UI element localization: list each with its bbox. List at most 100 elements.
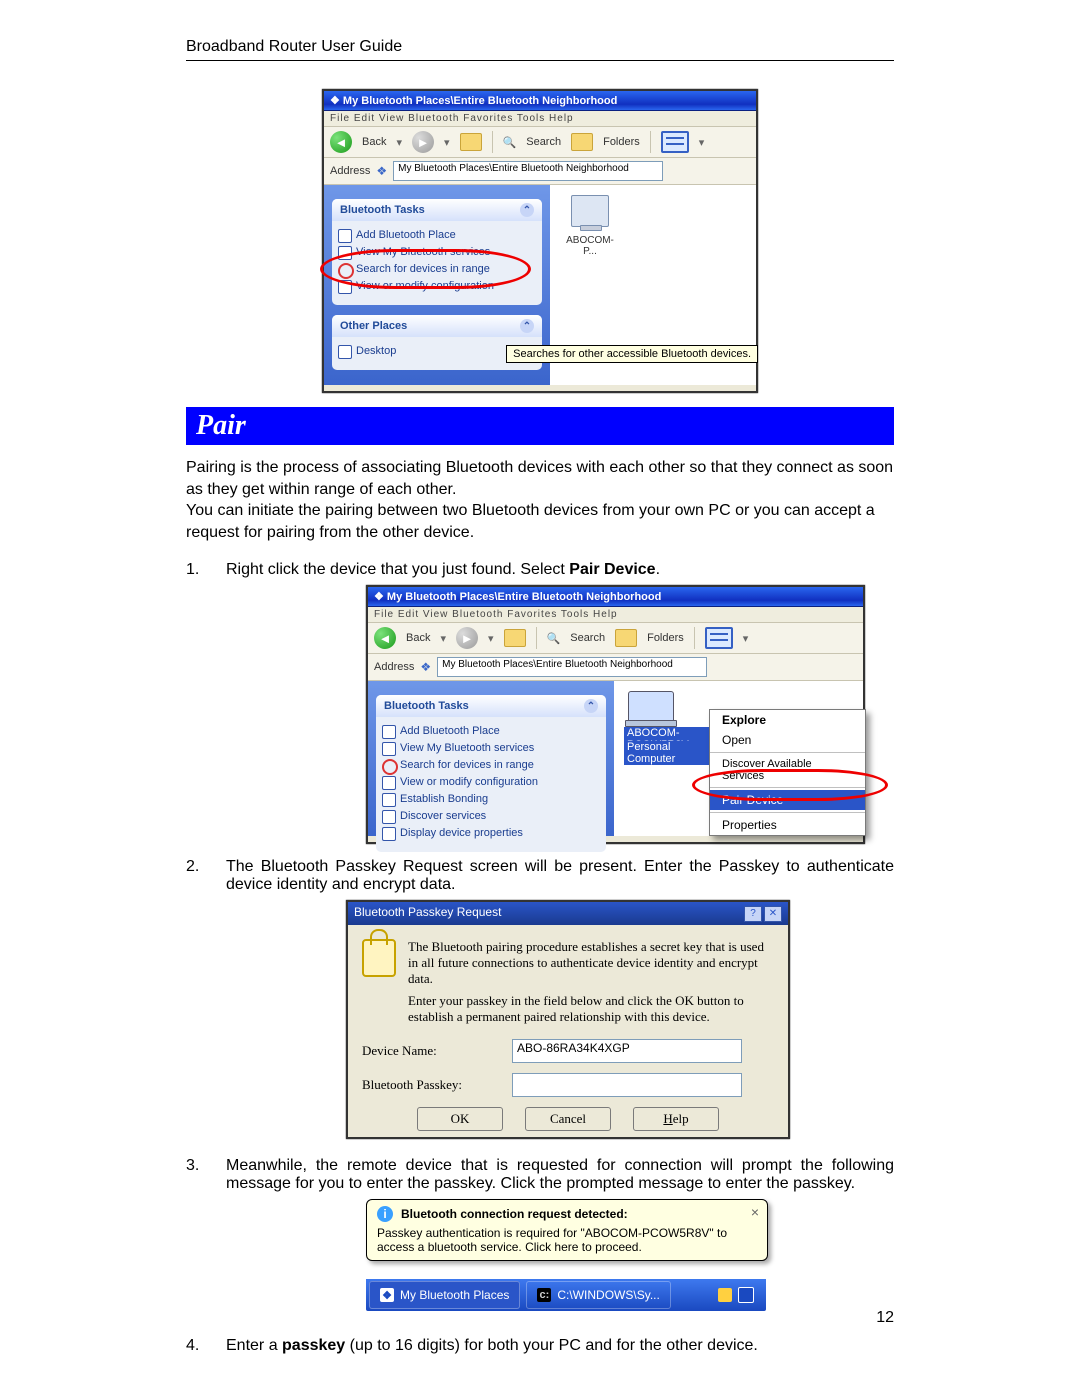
context-menu: Explore Open Discover Available Services… <box>709 709 866 836</box>
bluetooth-logo-icon: ❖ <box>374 591 387 603</box>
menu-bar[interactable]: File Edit View Bluetooth Favorites Tools… <box>324 111 756 127</box>
ctx-discover[interactable]: Discover Available Services <box>710 755 865 785</box>
folders-label: Folders <box>647 632 684 644</box>
search-label: Search <box>570 632 605 644</box>
tooltip: Searches for other accessible Bluetooth … <box>506 345 758 363</box>
help-button[interactable]: Help <box>633 1107 719 1131</box>
address-label: Address <box>374 661 414 673</box>
forward-button[interactable]: ► <box>412 131 434 153</box>
notification-balloon[interactable]: × i Bluetooth connection request detecte… <box>366 1199 768 1261</box>
sidebar-item-view[interactable]: View My Bluetooth services <box>382 740 600 757</box>
title-text: Bluetooth Passkey Request <box>354 905 501 922</box>
folders-label: Folders <box>603 136 640 148</box>
step-number: 2. <box>186 858 226 894</box>
collapse-icon[interactable]: ⌃ <box>520 319 534 333</box>
back-label: Back <box>362 136 386 148</box>
ctx-properties[interactable]: Properties <box>710 815 865 835</box>
dialog-p1: The Bluetooth pairing procedure establis… <box>408 939 774 987</box>
header-rule <box>186 60 894 61</box>
ctx-explore[interactable]: Explore <box>710 710 865 730</box>
step-1: 1. Right click the device that you just … <box>186 561 894 579</box>
dialog-p2: Enter your passkey in the field below an… <box>408 993 774 1025</box>
collapse-icon[interactable]: ⌃ <box>584 699 598 713</box>
ctx-open[interactable]: Open <box>710 730 865 750</box>
sidebar-item-view[interactable]: View My Bluetooth services <box>338 244 536 261</box>
sidebar-item-add[interactable]: Add Bluetooth Place <box>338 227 536 244</box>
cmd-icon: c: <box>537 1288 551 1302</box>
search-icon[interactable]: 🔍 <box>547 632 561 645</box>
help-icon[interactable]: ? <box>744 906 762 922</box>
bluetooth-tasks-panel: Bluetooth Tasks ⌃ Add Bluetooth Place Vi… <box>332 199 542 305</box>
menu-bar[interactable]: File Edit View Bluetooth Favorites Tools… <box>368 607 863 623</box>
balloon-title: Bluetooth connection request detected: <box>401 1207 628 1221</box>
system-tray <box>706 1287 766 1303</box>
sidebar-item-search[interactable]: Search for devices in range <box>382 757 600 774</box>
balloon-close-icon[interactable]: × <box>751 1204 759 1220</box>
step-4: 4. Enter a passkey (up to 16 digits) for… <box>186 1337 894 1355</box>
device-name-field: ABO-86RA34K4XGP <box>512 1039 742 1063</box>
folders-icon[interactable] <box>615 629 637 647</box>
address-icon: ❖ <box>376 164 387 178</box>
intro-text: Pairing is the process of associating Bl… <box>186 457 894 543</box>
section-heading-pair: Pair <box>186 407 894 445</box>
panel-header: Bluetooth Tasks <box>384 700 469 712</box>
device-laptop-icon[interactable] <box>628 691 674 723</box>
step-number: 1. <box>186 561 226 579</box>
back-button[interactable]: ◄ <box>374 627 396 649</box>
title-text: My Bluetooth Places\Entire Bluetooth Nei… <box>387 591 661 603</box>
step-number: 3. <box>186 1157 226 1193</box>
ctx-pair-device[interactable]: Pair Device <box>710 790 865 810</box>
passkey-field[interactable] <box>512 1073 742 1097</box>
ok-button[interactable]: OK <box>417 1107 503 1131</box>
up-button[interactable] <box>460 133 482 151</box>
device-name-label: Device Name: <box>362 1043 512 1059</box>
step-number: 4. <box>186 1337 226 1355</box>
up-button[interactable] <box>504 629 526 647</box>
bluetooth-icon: ❖ <box>380 1288 394 1302</box>
step-2: 2. The Bluetooth Passkey Request screen … <box>186 858 894 894</box>
forward-button[interactable]: ► <box>456 627 478 649</box>
title-text: My Bluetooth Places\Entire Bluetooth Nei… <box>343 95 617 107</box>
bluetooth-logo-icon: ❖ <box>330 95 343 107</box>
address-label: Address <box>330 165 370 177</box>
sidebar-item-props[interactable]: Display device properties <box>382 825 600 842</box>
page-header: Broadband Router User Guide <box>186 38 894 56</box>
panel-header: Other Places <box>340 320 407 332</box>
tray-bluetooth-icon[interactable] <box>738 1287 754 1303</box>
device-label-line2: Personal Computer <box>624 741 714 765</box>
step-text: Meanwhile, the remote device that is req… <box>226 1157 894 1193</box>
sidebar-item-search[interactable]: Search for devices in range <box>338 261 536 278</box>
window-title: ❖ My Bluetooth Places\Entire Bluetooth N… <box>368 587 863 607</box>
back-button[interactable]: ◄ <box>330 131 352 153</box>
sidebar-item-config[interactable]: View or modify configuration <box>382 774 600 791</box>
window-title: ❖ My Bluetooth Places\Entire Bluetooth N… <box>324 91 756 111</box>
screenshot-bluetooth-neighborhood: ❖ My Bluetooth Places\Entire Bluetooth N… <box>322 89 758 393</box>
toolbar: ◄ Back ▾ ► ▾ 🔍 Search Folders ▾ <box>368 623 863 654</box>
info-icon: i <box>377 1206 393 1222</box>
tray-icon[interactable] <box>718 1288 732 1302</box>
close-icon[interactable]: ✕ <box>764 906 782 922</box>
views-button[interactable] <box>661 131 689 153</box>
address-field[interactable]: My Bluetooth Places\Entire Bluetooth Nei… <box>437 657 707 677</box>
sidebar-item-bonding[interactable]: Establish Bonding <box>382 791 600 808</box>
address-field[interactable]: My Bluetooth Places\Entire Bluetooth Nei… <box>393 161 663 181</box>
search-label: Search <box>526 136 561 148</box>
taskbar-item-bluetooth[interactable]: ❖ My Bluetooth Places <box>369 1281 520 1309</box>
cancel-button[interactable]: Cancel <box>525 1107 611 1131</box>
toolbar: ◄ Back ▾ ► ▾ 🔍 Search Folders ▾ <box>324 127 756 158</box>
lock-icon <box>362 939 396 977</box>
screenshot-passkey-dialog: Bluetooth Passkey Request ?✕ The Bluetoo… <box>346 900 790 1139</box>
collapse-icon[interactable]: ⌃ <box>520 203 534 217</box>
sidebar-item-config[interactable]: View or modify configuration <box>338 278 536 295</box>
sidebar-item-add[interactable]: Add Bluetooth Place <box>382 723 600 740</box>
views-button[interactable] <box>705 627 733 649</box>
taskbar: ❖ My Bluetooth Places c: C:\WINDOWS\Sy..… <box>366 1279 766 1311</box>
search-icon[interactable]: 🔍 <box>503 136 517 149</box>
dialog-title: Bluetooth Passkey Request ?✕ <box>348 902 788 925</box>
folders-icon[interactable] <box>571 133 593 151</box>
device-icon[interactable] <box>571 195 609 227</box>
intro-p2: You can initiate the pairing between two… <box>186 500 894 543</box>
sidebar-item-discover[interactable]: Discover services <box>382 808 600 825</box>
taskbar-item-cmd[interactable]: c: C:\WINDOWS\Sy... <box>526 1281 670 1309</box>
step-text: The Bluetooth Passkey Request screen wil… <box>226 858 894 894</box>
